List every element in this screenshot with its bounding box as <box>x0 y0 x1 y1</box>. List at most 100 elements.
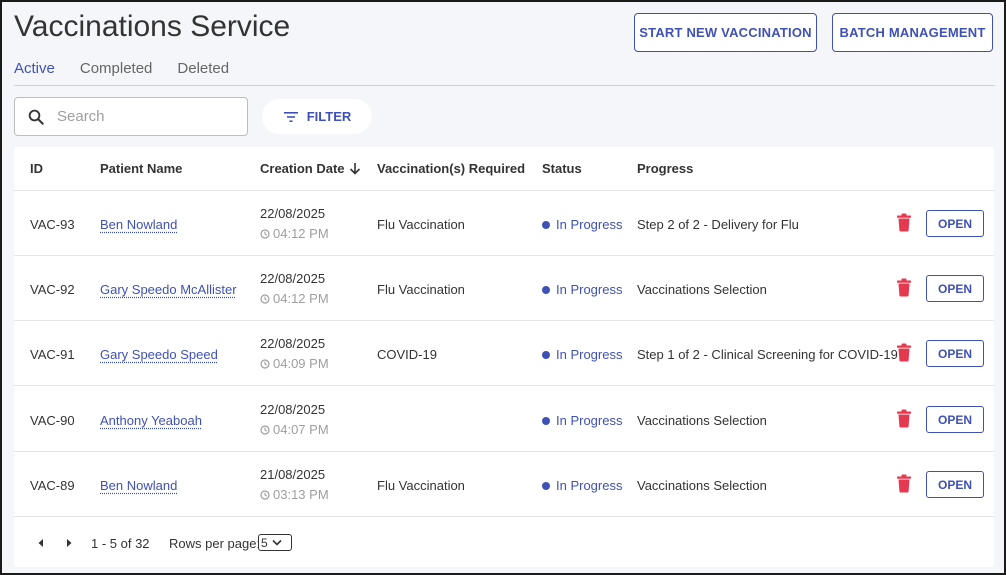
row-id: VAC-89 <box>30 478 75 493</box>
open-button[interactable]: OPEN <box>926 210 984 237</box>
status-dot-icon <box>542 350 550 359</box>
progress-text: Step 1 of 2 - Clinical Screening for COV… <box>637 347 898 362</box>
progress-text: Vaccinations Selection <box>637 413 767 428</box>
status-text: In Progress <box>556 347 623 362</box>
table-row: VAC-91 Gary Speedo Speed 22/08/2025 04:0… <box>14 321 994 386</box>
progress-text: Step 2 of 2 - Delivery for Flu <box>637 217 799 232</box>
creation-date: 22/08/2025 <box>260 336 326 351</box>
column-header-status[interactable]: Status <box>542 161 582 176</box>
tab-active[interactable]: Active <box>14 60 55 77</box>
start-new-vaccination-button[interactable]: START NEW VACCINATION <box>634 13 817 52</box>
vaccination-required: Flu Vaccination <box>377 478 465 493</box>
creation-date: 22/08/2025 <box>260 271 326 286</box>
vaccination-required: Flu Vaccination <box>377 217 465 232</box>
column-header-id[interactable]: ID <box>30 161 43 176</box>
status-text: In Progress <box>556 478 623 493</box>
batch-management-button[interactable]: BATCH MANAGEMENT <box>832 13 993 52</box>
progress-text: Vaccinations Selection <box>637 282 767 297</box>
previous-page-icon[interactable] <box>36 538 46 548</box>
rows-per-page-select[interactable]: 5 <box>258 534 292 551</box>
trash-icon[interactable] <box>896 213 912 232</box>
filter-button[interactable]: FILTER <box>262 99 372 134</box>
clock-icon <box>260 228 270 239</box>
trash-icon[interactable] <box>896 409 912 428</box>
creation-time: 04:09 PM <box>260 356 329 371</box>
column-header-patient[interactable]: Patient Name <box>100 161 182 176</box>
patient-name-link[interactable]: Gary Speedo McAllister <box>100 282 237 297</box>
creation-time: 04:12 PM <box>260 226 329 241</box>
vaccinations-table: ID Patient Name Creation Date Vaccinatio… <box>14 147 994 567</box>
filter-label: FILTER <box>306 109 352 124</box>
status-badge: In Progress <box>542 478 622 493</box>
patient-name-link[interactable]: Ben Nowland <box>100 217 177 232</box>
page-range: 1 - 5 of 32 <box>91 536 150 551</box>
page-title: Vaccinations Service <box>14 10 291 43</box>
clock-icon <box>260 358 270 369</box>
open-button[interactable]: OPEN <box>926 406 984 433</box>
status-tabs: Active Completed Deleted <box>14 60 254 77</box>
vaccination-required: COVID-19 <box>377 347 437 362</box>
search-icon <box>28 109 44 125</box>
patient-name-link[interactable]: Ben Nowland <box>100 478 177 493</box>
open-button[interactable]: OPEN <box>926 275 984 302</box>
status-badge: In Progress <box>542 282 622 297</box>
progress-text: Vaccinations Selection <box>637 478 767 493</box>
column-header-date[interactable]: Creation Date <box>260 161 361 176</box>
status-dot-icon <box>542 220 550 229</box>
status-badge: In Progress <box>542 413 622 428</box>
creation-time-text: 04:09 PM <box>273 356 329 371</box>
open-button[interactable]: OPEN <box>926 471 984 498</box>
tabs-divider <box>14 85 995 86</box>
table-row: VAC-90 Anthony Yeaboah 22/08/2025 04:07 … <box>14 387 994 452</box>
status-dot-icon <box>542 481 550 490</box>
status-text: In Progress <box>556 282 623 297</box>
rows-per-page-label: Rows per page: <box>169 536 261 551</box>
search-input[interactable] <box>57 108 227 125</box>
creation-time: 04:07 PM <box>260 422 329 437</box>
creation-date: 22/08/2025 <box>260 206 326 221</box>
trash-icon[interactable] <box>896 343 912 362</box>
patient-name-link[interactable]: Anthony Yeaboah <box>100 413 202 428</box>
clock-icon <box>260 424 270 435</box>
table-row: VAC-89 Ben Nowland 21/08/2025 03:13 PM F… <box>14 452 994 517</box>
creation-time: 03:13 PM <box>260 487 329 502</box>
pagination: 1 - 5 of 32 Rows per page: 5 <box>14 519 994 567</box>
status-text: In Progress <box>556 413 623 428</box>
vaccination-required: Flu Vaccination <box>377 282 465 297</box>
tab-completed[interactable]: Completed <box>80 60 153 77</box>
creation-time-text: 03:13 PM <box>273 487 329 502</box>
row-id: VAC-93 <box>30 217 75 232</box>
search-box[interactable] <box>14 97 248 136</box>
creation-time-text: 04:12 PM <box>273 291 329 306</box>
column-header-progress[interactable]: Progress <box>637 161 693 176</box>
column-header-date-label: Creation Date <box>260 161 345 176</box>
arrow-down-icon <box>349 163 360 175</box>
creation-date: 21/08/2025 <box>260 467 326 482</box>
table-header: ID Patient Name Creation Date Vaccinatio… <box>14 147 994 191</box>
table-row: VAC-93 Ben Nowland 22/08/2025 04:12 PM F… <box>14 191 994 256</box>
trash-icon[interactable] <box>896 278 912 297</box>
clock-icon <box>260 489 270 500</box>
tab-deleted[interactable]: Deleted <box>177 60 229 77</box>
creation-date: 22/08/2025 <box>260 402 326 417</box>
filter-icon <box>283 111 298 122</box>
status-dot-icon <box>542 416 550 425</box>
row-id: VAC-92 <box>30 282 75 297</box>
patient-name-link[interactable]: Gary Speedo Speed <box>100 347 218 362</box>
row-id: VAC-90 <box>30 413 75 428</box>
table-row: VAC-92 Gary Speedo McAllister 22/08/2025… <box>14 256 994 321</box>
open-button[interactable]: OPEN <box>926 340 984 367</box>
row-id: VAC-91 <box>30 347 75 362</box>
creation-time-text: 04:07 PM <box>273 422 329 437</box>
status-text: In Progress <box>556 217 623 232</box>
clock-icon <box>260 293 270 304</box>
next-page-icon[interactable] <box>64 538 74 548</box>
chevron-down-icon <box>272 539 282 546</box>
status-badge: In Progress <box>542 347 622 362</box>
status-dot-icon <box>542 285 550 294</box>
status-badge: In Progress <box>542 217 622 232</box>
column-header-vaccinations[interactable]: Vaccination(s) Required <box>377 161 525 176</box>
creation-time-text: 04:12 PM <box>273 226 329 241</box>
rows-per-page-value: 5 <box>261 535 268 550</box>
trash-icon[interactable] <box>896 474 912 493</box>
